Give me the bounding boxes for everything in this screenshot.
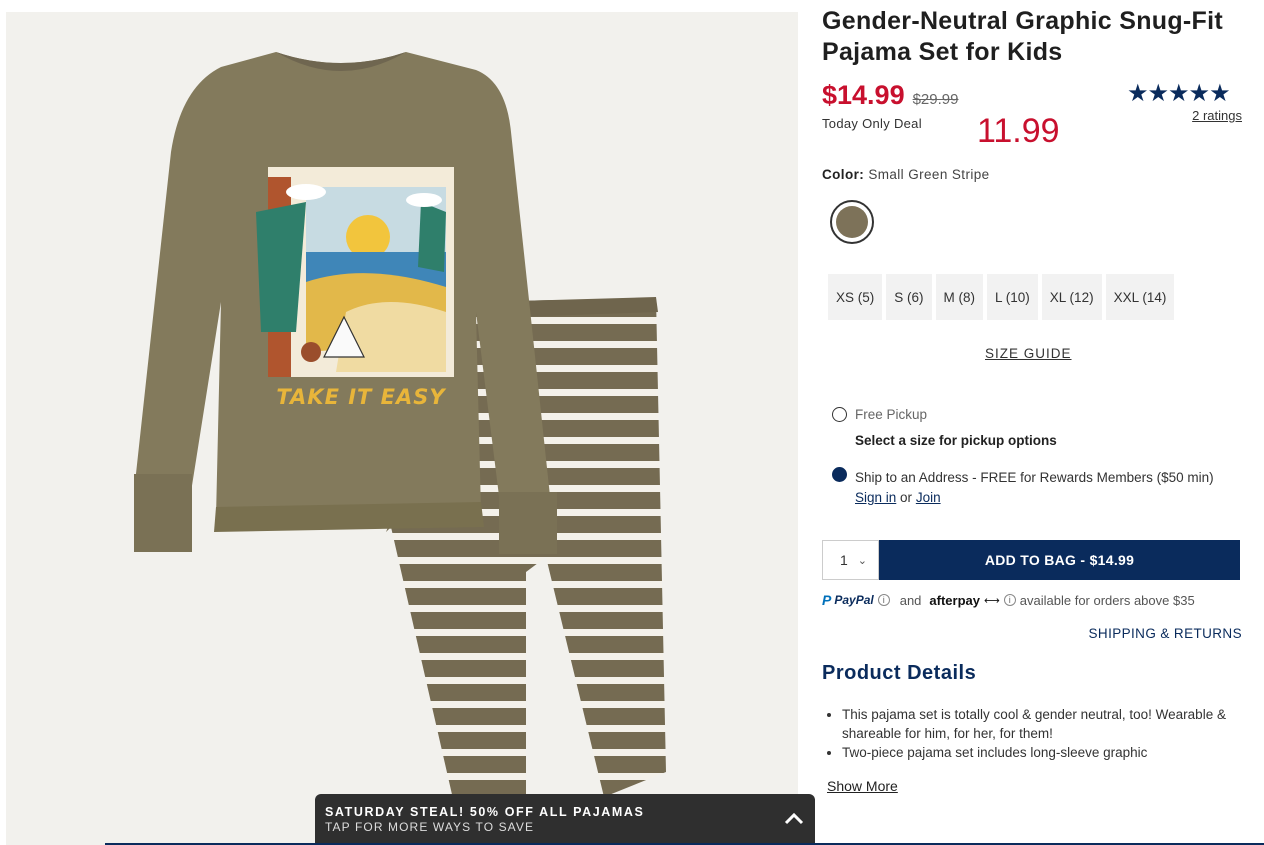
afterpay-icon: ⟷ (984, 594, 1000, 607)
annotated-price: 11.99 (977, 112, 1060, 150)
ship-radio[interactable] (832, 467, 847, 482)
size-option-m[interactable]: M (8) (935, 274, 984, 320)
size-option-xxl[interactable]: XXL (14) (1105, 274, 1175, 320)
swatch-fill (836, 206, 868, 238)
payment-options: P PayPal i and afterpay ⟷ i available fo… (822, 592, 1195, 608)
list-item: Two-piece pajama set includes long-sleev… (842, 743, 1227, 762)
promo-banner[interactable]: SATURDAY STEAL! 50% OFF ALL PAJAMAS TAP … (315, 794, 815, 845)
pickup-subtext: Select a size for pickup options (855, 433, 1057, 448)
original-price: $29.99 (912, 91, 959, 108)
or-text: or (900, 490, 913, 505)
sign-in-link[interactable]: Sign in (855, 490, 896, 505)
info-icon[interactable]: i (877, 594, 890, 606)
star-rating-icon: ★★★★★ (1127, 80, 1231, 107)
quantity-select[interactable]: 1 ⌄ (822, 540, 879, 580)
pajama-set-illustration: TAKE IT EASY (134, 52, 666, 812)
price-row: $14.99 $29.99 (822, 80, 958, 111)
ratings-link[interactable]: 2 ratings (1192, 108, 1242, 123)
color-value: Small Green Stripe (868, 167, 990, 182)
chevron-down-icon: ⌄ (857, 554, 868, 567)
size-guide-link[interactable]: SIZE GUIDE (985, 346, 1072, 361)
promo-title: SATURDAY STEAL! 50% OFF ALL PAJAMAS (325, 805, 645, 819)
show-more-link[interactable]: Show More (827, 778, 898, 794)
deal-label: Today Only Deal (822, 116, 922, 131)
and-text: and (899, 592, 922, 608)
promo-subtitle: TAP FOR MORE WAYS TO SAVE (325, 820, 535, 834)
paypal-logo[interactable]: P PayPal (822, 592, 874, 608)
paypal-icon: P (822, 592, 832, 608)
sale-price: $14.99 (822, 80, 905, 110)
join-link[interactable]: Join (916, 490, 941, 505)
product-title: Gender-Neutral Graphic Snug-Fit Pajama S… (822, 7, 1223, 66)
shirt-graphic: TAKE IT EASY (256, 167, 454, 409)
quantity-value: 1 (840, 552, 848, 568)
shirt-graphic-text: TAKE IT EASY (276, 385, 446, 409)
size-selector: XS (5) S (6) M (8) L (10) XL (12) XXL (1… (828, 274, 1175, 320)
color-row: Color: Small Green Stripe (822, 167, 990, 182)
color-swatch[interactable] (830, 200, 874, 244)
add-to-bag-button[interactable]: ADD TO BAG - $14.99 (879, 540, 1240, 580)
size-option-l[interactable]: L (10) (987, 274, 1038, 320)
size-option-xl[interactable]: XL (12) (1041, 274, 1102, 320)
ship-label: Ship to an Address - FREE for Rewards Me… (855, 470, 1214, 485)
shipping-returns-link[interactable]: SHIPPING & RETURNS (1089, 626, 1242, 641)
afterpay-note: available for orders above $35 (1019, 592, 1195, 608)
info-icon[interactable]: i (1003, 594, 1016, 606)
product-image[interactable]: TAKE IT EASY (6, 12, 798, 845)
pickup-radio[interactable] (832, 407, 847, 422)
product-details-list: This pajama set is totally cool & gender… (842, 705, 1227, 762)
pickup-label: Free Pickup (855, 407, 928, 422)
size-option-xs[interactable]: XS (5) (828, 274, 883, 320)
size-option-s[interactable]: S (6) (886, 274, 932, 320)
chevron-up-icon[interactable] (783, 808, 805, 830)
paypal-text: PayPal (834, 593, 874, 607)
product-details-heading: Product Details (822, 662, 977, 684)
ship-option-text: Ship to an Address - FREE for Rewards Me… (855, 468, 1240, 508)
afterpay-logo[interactable]: afterpay (929, 593, 980, 608)
list-item: This pajama set is totally cool & gender… (842, 705, 1227, 743)
color-label: Color: (822, 167, 865, 182)
